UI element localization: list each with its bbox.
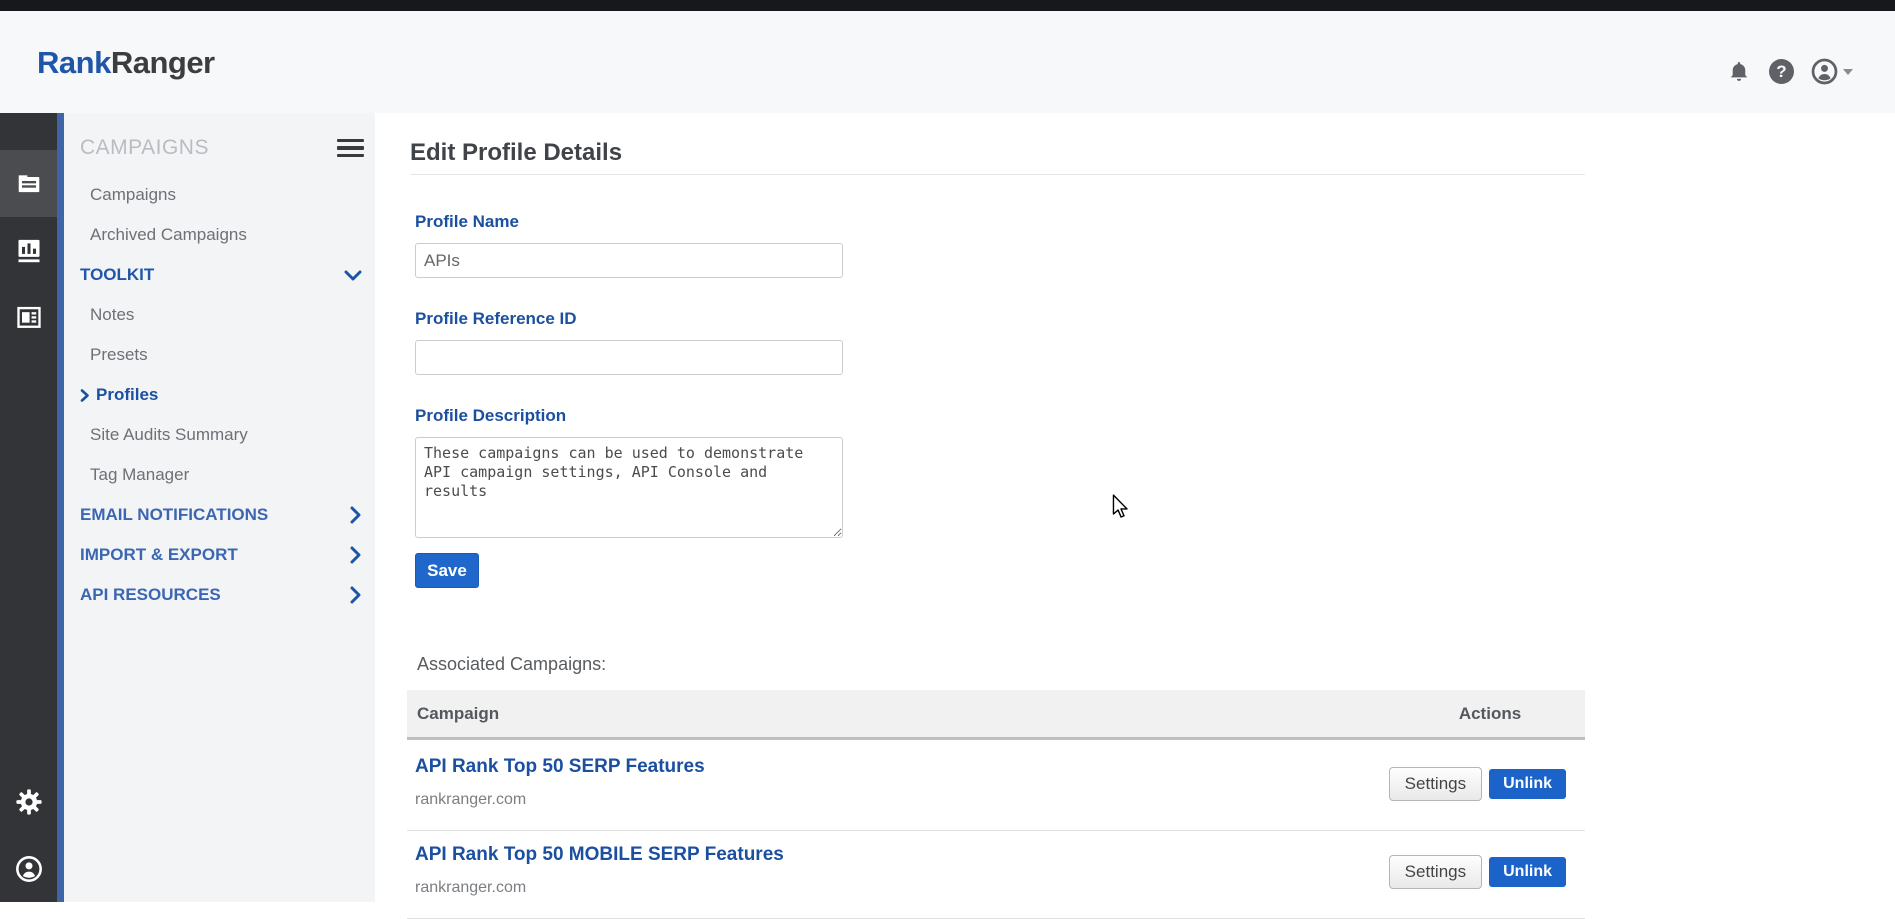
icon-rail: [0, 113, 57, 902]
rail-reports-icon[interactable]: [0, 217, 57, 284]
campaign-name-link[interactable]: API Rank Top 50 MOBILE SERP Features: [415, 844, 784, 866]
help-icon[interactable]: ?: [1769, 59, 1794, 84]
unlink-button[interactable]: Unlink: [1489, 769, 1566, 799]
chevron-right-icon: [80, 388, 90, 403]
sidebar-item-label: Tag Manager: [90, 465, 189, 485]
profile-reference-id-input[interactable]: [415, 340, 843, 375]
rail-profile-user-icon[interactable]: [0, 835, 57, 902]
sidebar-item-presets[interactable]: Presets: [80, 335, 364, 375]
sidebar-item-archived-campaigns[interactable]: Archived Campaigns: [80, 215, 364, 255]
profile-name-input[interactable]: [415, 243, 843, 278]
page-title: Edit Profile Details: [410, 139, 622, 167]
rail-content-icon[interactable]: [0, 284, 57, 351]
chevron-right-icon: [349, 506, 362, 524]
sidebar-item-profiles[interactable]: Profiles: [80, 375, 364, 415]
top-window-strip: [0, 0, 1895, 11]
sidebar-section-email-notifications[interactable]: EMAIL NOTIFICATIONS: [80, 495, 364, 535]
sidebar-item-label: Notes: [90, 305, 134, 325]
row-actions: Settings Unlink: [1389, 767, 1566, 801]
user-circle-icon: [1811, 58, 1838, 85]
chevron-down-icon: [344, 269, 362, 282]
sidebar-item-label: Archived Campaigns: [90, 225, 247, 245]
sidebar-item-label: Campaigns: [90, 185, 176, 205]
settings-button[interactable]: Settings: [1389, 855, 1482, 889]
table-row: API Rank Top 50 MOBILE SERP Features ran…: [407, 831, 1585, 919]
settings-button[interactable]: Settings: [1389, 767, 1482, 801]
campaigns-table-header: Campaign Actions: [407, 690, 1585, 740]
profile-description-label: Profile Description: [415, 406, 566, 426]
campaign-domain: rankranger.com: [415, 879, 526, 897]
sidebar-item-campaigns[interactable]: Campaigns: [80, 175, 364, 215]
main-content: Edit Profile Details Profile Name Profil…: [375, 113, 1895, 902]
chevron-right-icon: [349, 586, 362, 604]
save-button[interactable]: Save: [415, 553, 479, 588]
profile-reference-id-label: Profile Reference ID: [415, 309, 577, 329]
sidebar-item-label: Presets: [90, 345, 148, 365]
sidebar-section-label: IMPORT & EXPORT: [80, 545, 238, 565]
account-caret-icon: [1843, 69, 1853, 75]
sidebar-section-label: EMAIL NOTIFICATIONS: [80, 505, 268, 525]
profile-name-label: Profile Name: [415, 212, 519, 232]
sidebar-section-import-export[interactable]: IMPORT & EXPORT: [80, 535, 364, 575]
table-row: API Rank Top 50 SERP Features rankranger…: [407, 743, 1585, 831]
chevron-right-icon: [349, 546, 362, 564]
row-actions: Settings Unlink: [1389, 855, 1566, 889]
sidebar-section-api-resources[interactable]: API RESOURCES: [80, 575, 364, 615]
sidebar-section-label: TOOLKIT: [80, 265, 154, 285]
hamburger-menu-icon[interactable]: [337, 136, 364, 161]
campaigns-sidebar: CAMPAIGNS Campaigns Archived Campaigns T…: [64, 113, 375, 902]
rail-settings-gear-icon[interactable]: [0, 768, 57, 835]
profile-description-textarea[interactable]: These campaigns can be used to demonstra…: [415, 437, 843, 538]
title-divider: [410, 174, 1585, 175]
campaign-domain: rankranger.com: [415, 791, 526, 809]
sidebar-title: CAMPAIGNS: [80, 136, 209, 160]
rail-campaigns-icon[interactable]: [0, 150, 57, 217]
account-menu[interactable]: [1811, 58, 1853, 85]
rail-accent-strip: [57, 113, 64, 902]
help-glyph: ?: [1776, 62, 1786, 82]
sidebar-item-tag-manager[interactable]: Tag Manager: [80, 455, 364, 495]
associated-campaigns-heading: Associated Campaigns:: [417, 654, 606, 675]
sidebar-item-notes[interactable]: Notes: [80, 295, 364, 335]
unlink-button[interactable]: Unlink: [1489, 857, 1566, 887]
rankranger-logo[interactable]: RankRanger: [37, 45, 215, 81]
sidebar-item-label: Site Audits Summary: [90, 425, 248, 445]
sidebar-item-site-audits-summary[interactable]: Site Audits Summary: [80, 415, 364, 455]
column-header-campaign: Campaign: [407, 704, 499, 724]
logo-part-ranger: Ranger: [111, 45, 215, 80]
column-header-actions: Actions: [1395, 704, 1585, 724]
sidebar-section-label: API RESOURCES: [80, 585, 221, 605]
campaign-name-link[interactable]: API Rank Top 50 SERP Features: [415, 756, 705, 778]
campaigns-table-body: API Rank Top 50 SERP Features rankranger…: [407, 743, 1585, 919]
logo-part-rank: Rank: [37, 45, 111, 80]
sidebar-section-toolkit[interactable]: TOOLKIT: [80, 255, 364, 295]
rail-bottom-group: [0, 768, 57, 902]
sidebar-item-label: Profiles: [96, 385, 158, 405]
app-header: RankRanger ?: [0, 11, 1895, 113]
notifications-bell-icon[interactable]: [1726, 59, 1752, 85]
header-icon-group: ?: [1726, 58, 1853, 85]
